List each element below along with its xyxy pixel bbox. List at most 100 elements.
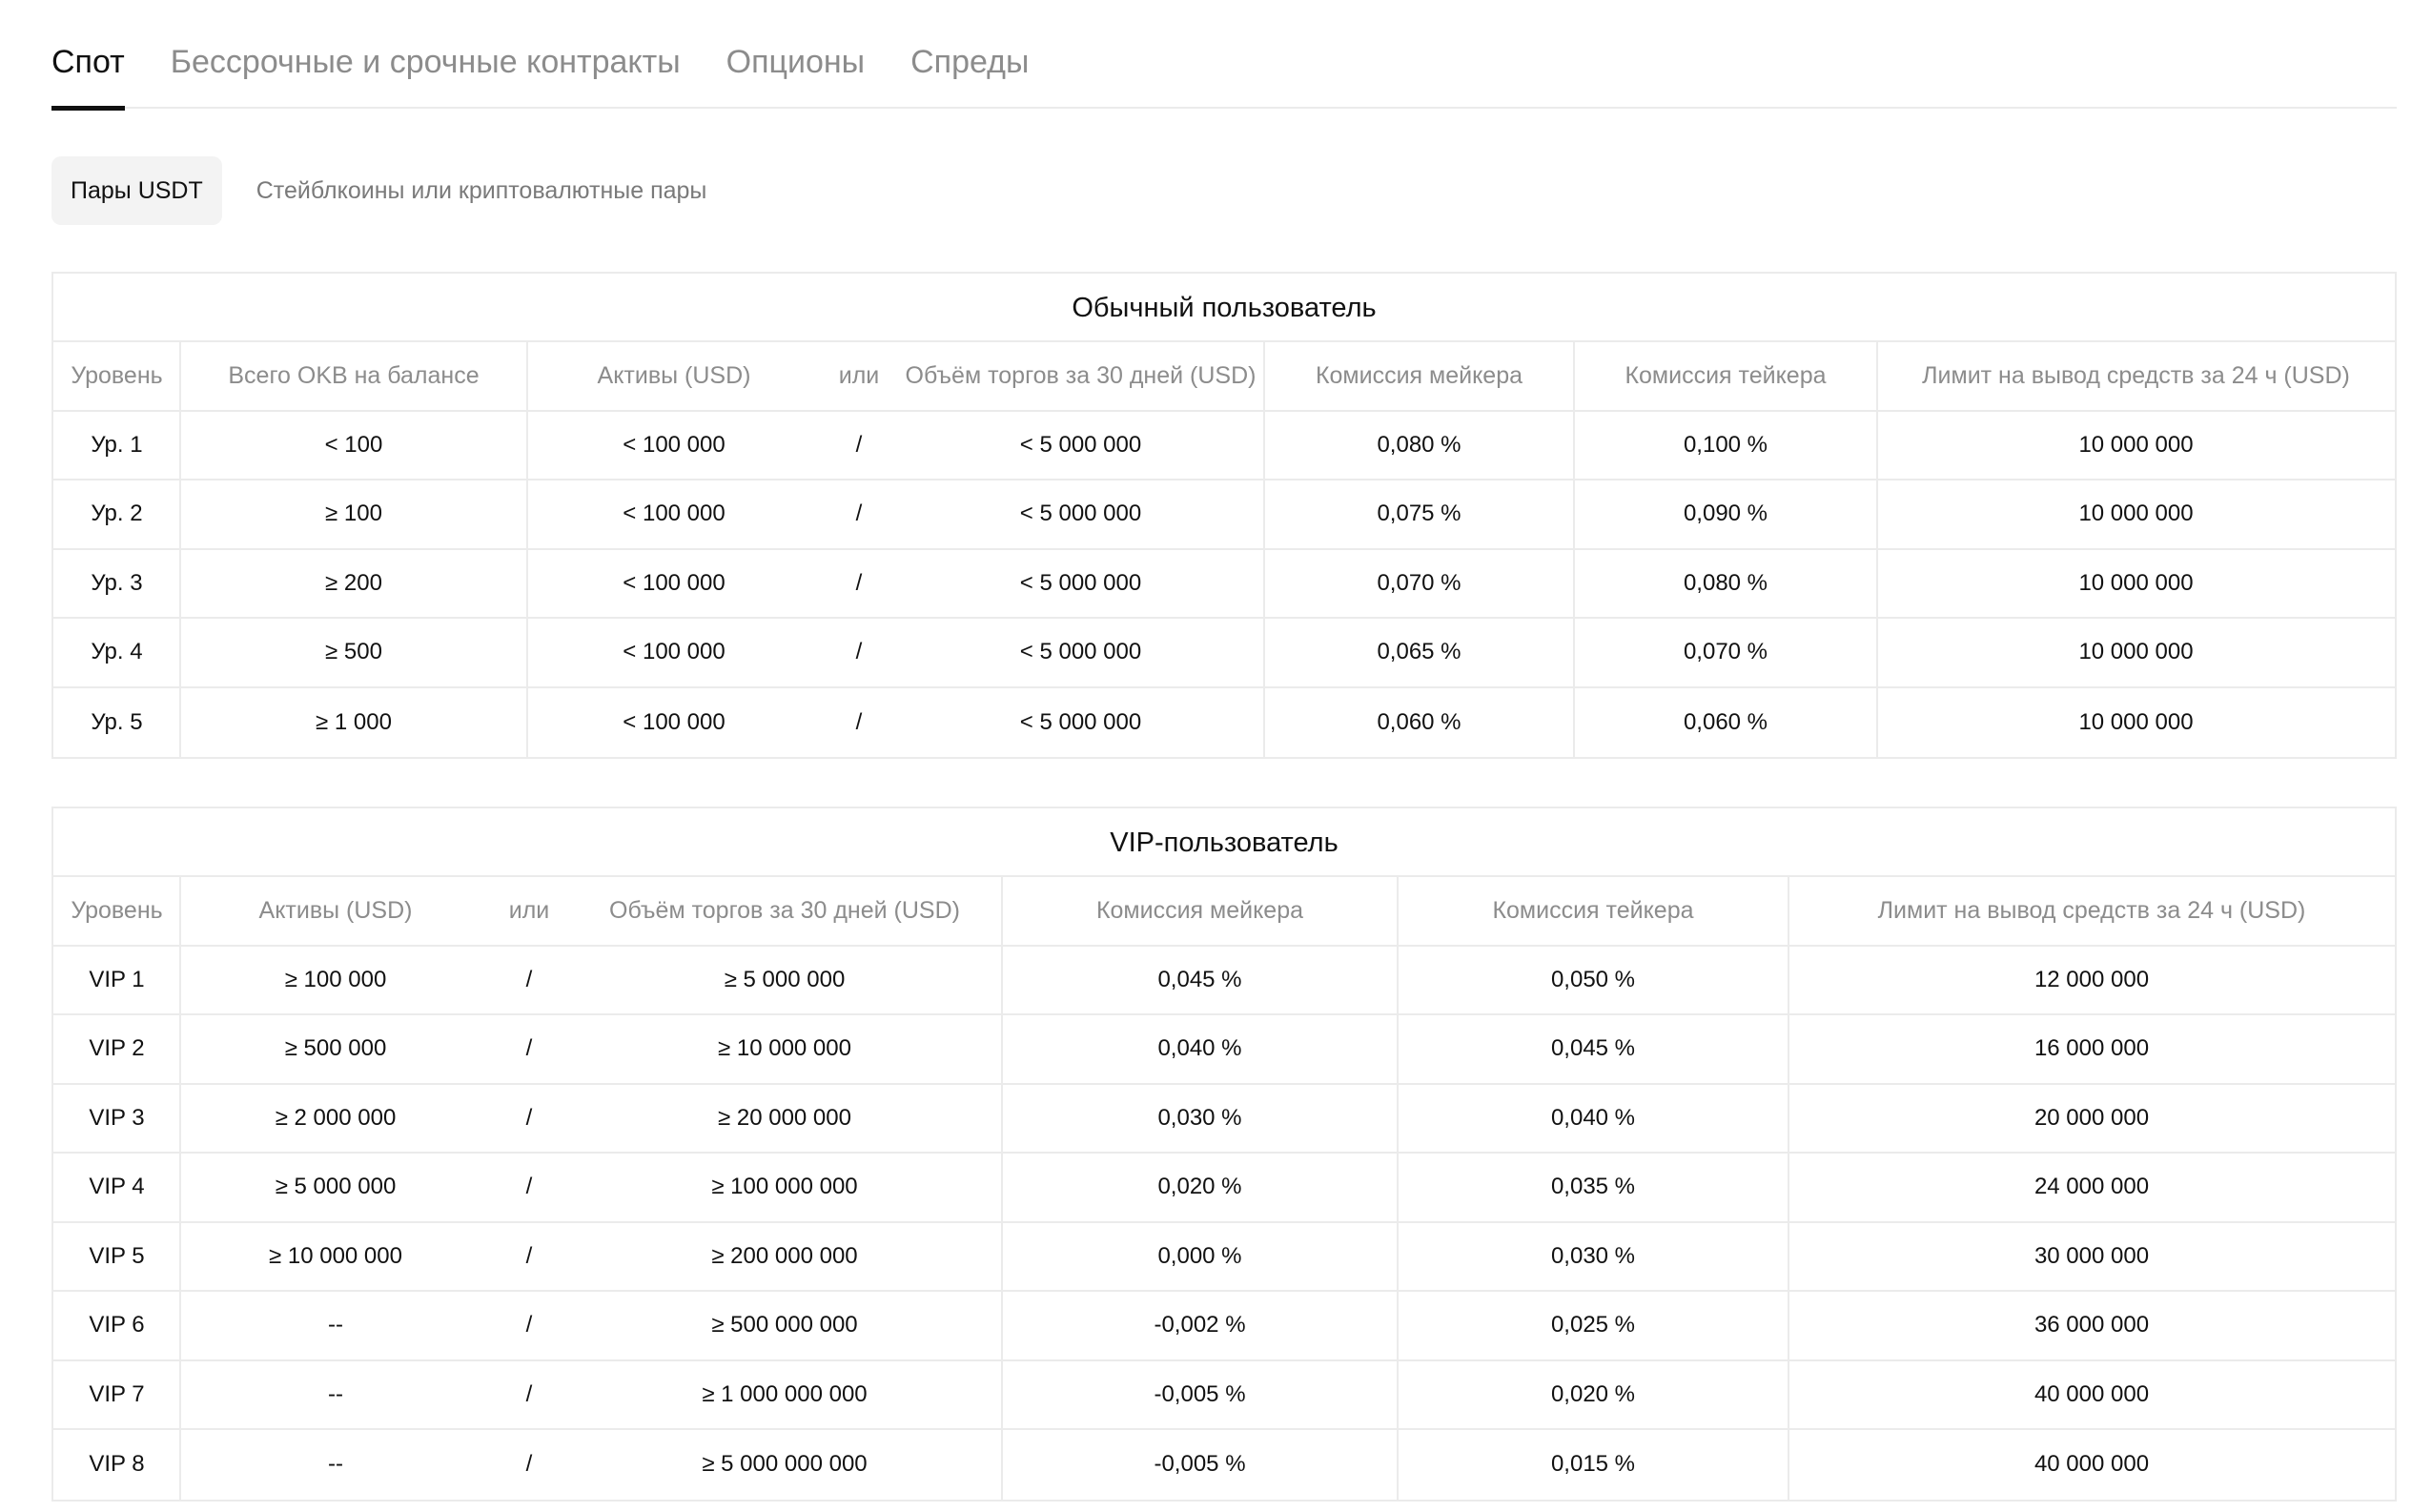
table-row: Ур. 4 ≥ 500 < 100 000 / < 5 000 000 0,065 % 0,…: [53, 619, 2395, 688]
cell-volume-30d: < 5 000 000: [1019, 501, 1142, 527]
cell-maker-fee: 0,060 %: [1377, 708, 1461, 735]
cell-assets: ≥ 100 000: [284, 966, 387, 992]
cell-level: VIP 1: [89, 966, 145, 992]
cell-assets: ≥ 500 000: [284, 1035, 387, 1062]
subtab-usdt-pairs[interactable]: Пары USDT: [51, 156, 222, 225]
cell-volume-30d: ≥ 5 000 000 000: [702, 1451, 868, 1478]
cell-assets: < 100 000: [623, 639, 726, 665]
table-row: Ур. 5 ≥ 1 000 < 100 000 / < 5 000 000 0,060 %…: [53, 688, 2395, 758]
cell-withdrawal-limit: 24 000 000: [2033, 1174, 2150, 1200]
column-divider: [1788, 877, 1789, 1500]
cell-volume-30d: ≥ 10 000 000: [718, 1035, 851, 1062]
cell-or-separator: /: [855, 569, 863, 596]
cell-level: VIP 4: [89, 1174, 145, 1200]
table-row: Ур. 1 < 100 < 100 000 / < 5 000 000 0,080 % 0,…: [53, 412, 2395, 480]
cell-assets: < 100 000: [623, 431, 726, 458]
cell-level: VIP 3: [89, 1104, 145, 1131]
column-divider: [1876, 342, 1878, 757]
cell-volume-30d: ≥ 200 000 000: [711, 1242, 858, 1269]
cell-withdrawal-limit: 10 000 000: [2078, 569, 2194, 596]
cell-maker-fee: 0,070 %: [1377, 569, 1461, 596]
regular-header-row: Уровень Всего OKB на балансе Активы (USD) и…: [53, 342, 2395, 412]
cell-taker-fee: 0,030 %: [1550, 1242, 1636, 1269]
header-withdrawal-limit: Лимит на вывод средств за 24 ч (USD): [1922, 361, 2350, 389]
cell-or-separator: /: [525, 1104, 533, 1131]
cell-or-separator: /: [855, 431, 863, 458]
column-divider: [526, 342, 528, 757]
cell-maker-fee: -0,005 %: [1154, 1451, 1246, 1478]
table-row: VIP 6 -- / ≥ 500 000 000 -0,002 % 0,025 % 36 0…: [53, 1292, 2395, 1361]
regular-table-title: Обычный пользователь: [53, 274, 2395, 342]
tab-perpetual-futures[interactable]: Бессрочные и срочные контракты: [171, 0, 681, 109]
cell-taker-fee: 0,040 %: [1550, 1104, 1636, 1131]
cell-level: VIP 2: [89, 1035, 145, 1062]
cell-withdrawal-limit: 16 000 000: [2033, 1035, 2150, 1062]
vip-header-row: Уровень Активы (USD) или Объём торгов за 30…: [53, 877, 2395, 947]
pair-type-tabs: Пары USDT Стейблкоины или криптовалютные…: [51, 156, 741, 225]
cell-or-separator: /: [855, 639, 863, 665]
cell-taker-fee: 0,100 %: [1683, 431, 1768, 458]
cell-maker-fee: -0,005 %: [1154, 1380, 1246, 1407]
table-row: VIP 7 -- / ≥ 1 000 000 000 -0,005 % 0,020 % 40…: [53, 1361, 2395, 1430]
cell-volume-30d: < 5 000 000: [1019, 431, 1142, 458]
header-taker-fee: Комиссия тейкера: [1492, 896, 1694, 924]
cell-assets: ≥ 10 000 000: [269, 1242, 402, 1269]
subtab-stablecoin-crypto-pairs[interactable]: Стейблкоины или криптовалютные пары: [237, 156, 726, 225]
cell-maker-fee: 0,040 %: [1157, 1035, 1242, 1062]
header-taker-fee: Комиссия тейкера: [1625, 361, 1827, 389]
header-level: Уровень: [71, 896, 163, 924]
cell-maker-fee: 0,075 %: [1377, 501, 1461, 527]
cell-level: Ур. 2: [91, 501, 143, 527]
cell-taker-fee: 0,015 %: [1550, 1451, 1636, 1478]
cell-taker-fee: 0,035 %: [1550, 1174, 1636, 1200]
cell-withdrawal-limit: 20 000 000: [2033, 1104, 2150, 1131]
cell-taker-fee: 0,025 %: [1550, 1312, 1636, 1338]
cell-level: Ур. 1: [91, 431, 143, 458]
cell-level: Ур. 4: [91, 639, 143, 665]
column-divider: [1573, 342, 1575, 757]
header-withdrawal-limit: Лимит на вывод средств за 24 ч (USD): [1877, 896, 2306, 924]
cell-okb-balance: ≥ 200: [325, 569, 382, 596]
header-volume-30d: Объём торгов за 30 дней (USD): [905, 361, 1257, 389]
cell-withdrawal-limit: 10 000 000: [2078, 639, 2194, 665]
cell-maker-fee: 0,000 %: [1157, 1242, 1242, 1269]
column-divider: [179, 342, 181, 757]
cell-level: VIP 5: [89, 1242, 145, 1269]
table-row: VIP 3 ≥ 2 000 000 / ≥ 20 000 000 0,030 % 0,04…: [53, 1085, 2395, 1154]
cell-volume-30d: ≥ 100 000 000: [711, 1174, 858, 1200]
fee-schedule-page: Спот Бессрочные и срочные контракты Опци…: [0, 0, 2432, 1512]
cell-maker-fee: -0,002 %: [1154, 1312, 1246, 1338]
cell-or-separator: /: [525, 1035, 533, 1062]
cell-withdrawal-limit: 30 000 000: [2033, 1242, 2150, 1269]
table-row: Ур. 2 ≥ 100 < 100 000 / < 5 000 000 0,075 % 0,…: [53, 480, 2395, 550]
table-row: VIP 2 ≥ 500 000 / ≥ 10 000 000 0,040 % 0,045 …: [53, 1015, 2395, 1085]
cell-taker-fee: 0,090 %: [1683, 501, 1768, 527]
cell-maker-fee: 0,030 %: [1157, 1104, 1242, 1131]
cell-volume-30d: < 5 000 000: [1019, 708, 1142, 735]
header-maker-fee: Комиссия мейкера: [1315, 361, 1523, 389]
cell-okb-balance: < 100: [324, 431, 383, 458]
cell-volume-30d: ≥ 20 000 000: [718, 1104, 851, 1131]
cell-withdrawal-limit: 10 000 000: [2078, 431, 2194, 458]
cell-taker-fee: 0,050 %: [1550, 966, 1636, 992]
table-row: Ур. 3 ≥ 200 < 100 000 / < 5 000 000 0,070 % 0,…: [53, 550, 2395, 619]
table-row: VIP 1 ≥ 100 000 / ≥ 5 000 000 0,045 % 0,050 %…: [53, 947, 2395, 1015]
regular-user-fee-table: Обычный пользователь Уровень Всего OKB на…: [51, 272, 2397, 759]
cell-taker-fee: 0,045 %: [1550, 1035, 1636, 1062]
cell-okb-balance: ≥ 1 000: [316, 708, 392, 735]
cell-taker-fee: 0,080 %: [1683, 569, 1768, 596]
header-or-separator: или: [838, 361, 880, 389]
tab-spreads[interactable]: Спреды: [910, 0, 1029, 109]
cell-level: Ур. 3: [91, 569, 143, 596]
cell-volume-30d: ≥ 1 000 000 000: [702, 1380, 868, 1407]
cell-level: VIP 8: [89, 1451, 145, 1478]
cell-assets: --: [328, 1451, 343, 1478]
regular-table-body: Уровень Всего OKB на балансе Активы (USD) и…: [53, 342, 2395, 757]
cell-okb-balance: ≥ 100: [325, 501, 382, 527]
header-assets: Активы (USD): [258, 896, 413, 924]
cell-withdrawal-limit: 10 000 000: [2078, 501, 2194, 527]
cell-or-separator: /: [525, 1242, 533, 1269]
tab-options[interactable]: Опционы: [726, 0, 865, 109]
tab-spot[interactable]: Спот: [51, 0, 125, 111]
vip-user-fee-table: VIP-пользователь Уровень Активы (USD) или О…: [51, 807, 2397, 1502]
